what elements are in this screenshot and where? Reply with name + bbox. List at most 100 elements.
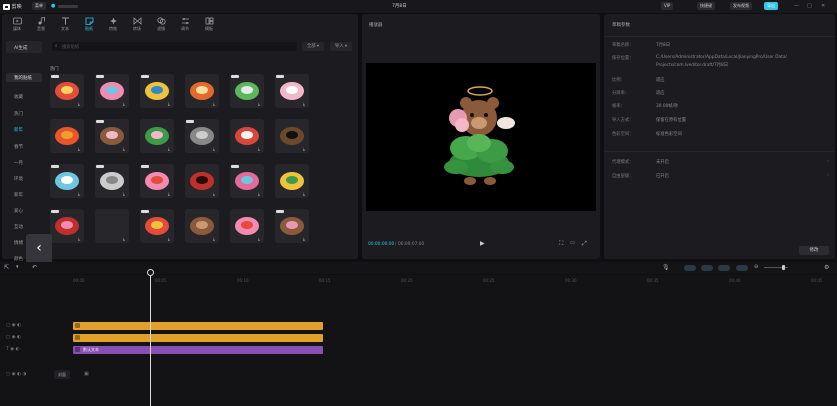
sticker-pink-text[interactable]: ⤓	[140, 164, 174, 198]
select-cursor-icon[interactable]: ⇱	[4, 264, 9, 271]
track-sticker-2[interactable]	[73, 334, 323, 342]
download-icon[interactable]: ⤓	[168, 147, 172, 151]
ratio-icon[interactable]: ▭	[570, 240, 575, 246]
download-icon[interactable]: ⤓	[168, 192, 172, 196]
track-2-controls[interactable]: ▢ ◉ ◐	[6, 335, 21, 340]
tab-filter[interactable]: 滤镜	[149, 16, 173, 36]
main-track-controls[interactable]: ▢ ◉ ◐ ◑	[6, 372, 26, 377]
sidebar-item-env[interactable]: 环境	[14, 176, 23, 182]
sticker-red-script[interactable]: ⤓	[50, 209, 84, 243]
sidebar-item-newyear2[interactable]: 新年	[14, 192, 23, 198]
playhead-handle[interactable]	[147, 269, 154, 276]
tab-template[interactable]: 模板	[197, 16, 221, 36]
download-icon[interactable]: ⤓	[78, 237, 82, 241]
maximize-icon[interactable]: □	[807, 3, 812, 9]
download-icon[interactable]: ⤓	[213, 147, 217, 151]
download-icon[interactable]: ⤓	[303, 237, 307, 241]
sidebar-item-fav[interactable]: 收藏	[14, 94, 23, 100]
download-icon[interactable]: ⤓	[258, 192, 262, 196]
sticker-blank[interactable]: ⤓	[95, 209, 129, 243]
zoom-slider-handle[interactable]	[782, 265, 785, 270]
settings-gear-icon[interactable]: ⚙	[824, 264, 829, 271]
filter-dropdown[interactable]: 全部 ▾	[302, 42, 324, 51]
tab-media[interactable]: 媒体	[5, 16, 29, 36]
download-icon[interactable]: ⤓	[168, 237, 172, 241]
publish-button[interactable]: 发布视频	[730, 2, 752, 10]
search-input[interactable]: ⌕ 搜索贴纸	[52, 42, 297, 51]
sticker-text-red[interactable]: ⤓	[50, 74, 84, 108]
track-3-controls[interactable]: T ◉ ◐	[6, 347, 19, 352]
main-track-magnet-toggle[interactable]	[684, 265, 696, 271]
download-icon[interactable]: ⤓	[303, 147, 307, 151]
sticker-dog-glasses[interactable]: ⤓	[275, 119, 309, 153]
sticker-small-hearts[interactable]: ⤓	[230, 209, 264, 243]
vip-button[interactable]: VIP	[661, 2, 674, 10]
preview-axis-toggle[interactable]	[736, 265, 748, 271]
menu-button[interactable]: 菜单	[32, 2, 46, 10]
playhead[interactable]	[150, 275, 151, 406]
close-icon[interactable]: ✕	[821, 3, 825, 9]
download-icon[interactable]: ⤓	[168, 102, 172, 106]
sticker-text-pink[interactable]: ⤓	[95, 74, 129, 108]
tab-audio[interactable]: 音频	[29, 16, 53, 36]
sidebar-item-interact[interactable]: 互动	[14, 224, 23, 230]
sidebar-item-jan[interactable]: 一月	[14, 160, 23, 166]
sticker-rainbow[interactable]: ⤓	[140, 209, 174, 243]
download-icon[interactable]: ⤓	[78, 102, 82, 106]
sticker-burst[interactable]: ⤓	[185, 74, 219, 108]
sticker-red-label[interactable]: ⤓	[230, 119, 264, 153]
export-button[interactable]: 导出	[764, 2, 778, 10]
download-icon[interactable]: ⤓	[123, 102, 127, 106]
sidebar-item-emotion[interactable]: 情绪	[14, 240, 23, 246]
sidebar-item-hot[interactable]: 热门	[14, 111, 23, 117]
sticker-sunflower[interactable]: ⤓	[275, 164, 309, 198]
download-icon[interactable]: ⤓	[213, 102, 217, 106]
sticker-speech-bubble[interactable]: ⤓	[50, 164, 84, 198]
cover-image-icon[interactable]: ▣	[84, 371, 89, 377]
import-button[interactable]: 导入 ▾	[330, 42, 352, 51]
sticker-heart-outline[interactable]: ⤓	[185, 164, 219, 198]
auto-snap-toggle[interactable]	[701, 265, 713, 271]
tab-sticker[interactable]: 贴纸	[77, 16, 101, 36]
track-1-controls[interactable]: ▢ ◉ ◐	[6, 323, 21, 328]
download-icon[interactable]: ⤓	[78, 147, 82, 151]
tab-transition[interactable]: 转场	[125, 16, 149, 36]
chevron-down-icon[interactable]: ▾	[16, 264, 19, 270]
chevron-right-icon[interactable]: ›	[827, 173, 829, 178]
sticker-bear-hearts[interactable]: ⤓	[275, 209, 309, 243]
sticker-bear-face[interactable]: ⤓	[185, 209, 219, 243]
sticker-plane-white[interactable]: ⤓	[95, 164, 129, 198]
sticker-banner-green[interactable]: ⤓	[230, 74, 264, 108]
sticker-angel-bear[interactable]: ⤓	[95, 119, 129, 153]
chevron-right-icon[interactable]: ›	[827, 159, 829, 164]
tab-effects[interactable]: 特效	[101, 16, 125, 36]
sticker-paper-plane[interactable]: ⤓	[185, 119, 219, 153]
sticker-lotus[interactable]: ⤓	[140, 119, 174, 153]
linkage-toggle[interactable]	[718, 265, 730, 271]
sticker-fire[interactable]: ⤓	[50, 119, 84, 153]
play-icon[interactable]: ▶	[480, 240, 485, 247]
track-text[interactable]: 默认文本	[73, 346, 323, 354]
sidebar-item-love[interactable]: 爱心	[14, 208, 23, 214]
sidebar-item-ai[interactable]: AI生成	[14, 45, 27, 51]
zoom-out-icon[interactable]: ⊖	[754, 264, 758, 270]
download-icon[interactable]: ⤓	[303, 192, 307, 196]
download-icon[interactable]: ⤓	[123, 147, 127, 151]
sidebar-item-spring[interactable]: 春节	[14, 144, 23, 150]
minimize-icon[interactable]: —	[794, 3, 799, 9]
download-icon[interactable]: ⤓	[303, 102, 307, 106]
sticker-pinwheel[interactable]: ⤓	[140, 74, 174, 108]
download-icon[interactable]: ⤓	[123, 237, 127, 241]
video-canvas[interactable]	[366, 63, 596, 211]
tab-text[interactable]: 文本	[53, 16, 77, 36]
sidebar-item-newyear[interactable]: 新年	[14, 127, 23, 133]
cover-button[interactable]: 封面	[54, 370, 70, 379]
sticker-hearts-wings[interactable]: ⤓	[275, 74, 309, 108]
microphone-icon[interactable]: 🎙	[662, 264, 670, 271]
shortcut-button[interactable]: 快捷键	[697, 2, 715, 10]
fullscreen-icon[interactable]: ⤢	[582, 240, 587, 248]
tab-adjust[interactable]: 调节	[173, 16, 197, 36]
download-icon[interactable]: ⤓	[213, 192, 217, 196]
download-icon[interactable]: ⤓	[123, 192, 127, 196]
download-icon[interactable]: ⤓	[258, 147, 262, 151]
